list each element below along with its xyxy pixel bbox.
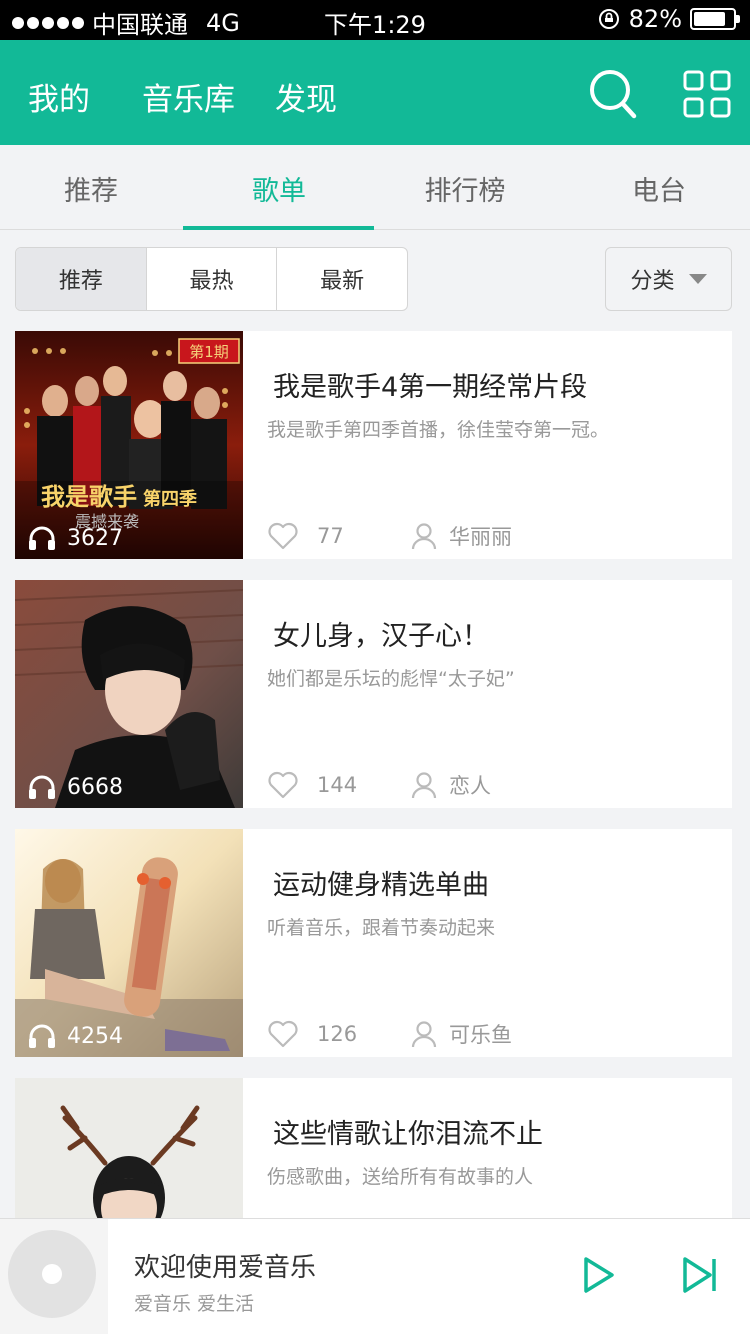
sort-recommend[interactable]: 推荐: [16, 248, 147, 310]
playlist-description: 伤感歌曲，送给所有有故事的人: [267, 1166, 534, 1188]
battery-level: [694, 12, 726, 26]
active-tab-indicator: [183, 226, 374, 230]
play-count-value: 3627: [67, 525, 123, 551]
play-count: 3627: [27, 525, 123, 551]
sort-segmented-control: 推荐 最热 最新: [15, 247, 408, 311]
main-nav: 我的 音乐库 发现: [28, 74, 337, 119]
now-playing-title: 欢迎使用爱音乐: [134, 1253, 317, 1283]
headphones-icon: [29, 526, 55, 550]
playlist-meta: 126 可乐鱼: [267, 1019, 512, 1049]
dropdown-arrow-icon: [688, 274, 707, 284]
status-bar: 中国联通 4G 下午1:29 82%: [0, 0, 750, 40]
playlist-title: 我是歌手4第一期经常片段: [273, 372, 588, 403]
orientation-lock-icon: [598, 9, 619, 29]
grid-icon[interactable]: [683, 70, 731, 118]
sub-tabs: 推荐 歌单 排行榜 电台: [0, 145, 750, 230]
nav-mine[interactable]: 我的: [28, 74, 90, 119]
now-playing-subtitle: 爱音乐 爱生活: [134, 1293, 255, 1315]
playlist-card[interactable]: 4254 运动健身精选单曲 听着音乐，跟着节奏动起来 126 可乐鱼: [15, 829, 732, 1057]
tab-charts[interactable]: 排行榜: [370, 169, 560, 208]
like-count: 77: [317, 524, 344, 548]
heart-icon[interactable]: [267, 522, 299, 550]
heart-icon[interactable]: [267, 771, 299, 799]
play-count-value: 6668: [67, 774, 123, 800]
album-art[interactable]: [0, 1219, 108, 1334]
playlist-description: 她们都是乐坛的彪悍“太子妃”: [267, 668, 515, 690]
author-name[interactable]: 华丽丽: [449, 521, 512, 551]
category-dropdown[interactable]: 分类: [605, 247, 732, 311]
episode-badge: 第1期: [189, 343, 229, 361]
search-icon[interactable]: [588, 68, 638, 120]
sort-new[interactable]: 最新: [277, 248, 407, 310]
playlist-meta: 144 恋人: [267, 770, 491, 800]
playlist-title: 这些情歌让你泪流不止: [273, 1119, 543, 1150]
category-label: 分类: [630, 269, 675, 294]
author-name[interactable]: 恋人: [449, 770, 491, 800]
mini-player[interactable]: 欢迎使用爱音乐 爱音乐 爱生活: [0, 1218, 750, 1334]
playlist-card[interactable]: 6668 女儿身，汉子心！ 她们都是乐坛的彪悍“太子妃” 144 恋人: [15, 580, 732, 808]
nav-library[interactable]: 音乐库: [142, 74, 235, 119]
user-icon: [411, 523, 437, 550]
cover-season: 第四季: [143, 488, 197, 510]
like-count: 144: [317, 773, 358, 797]
play-icon[interactable]: [580, 1255, 616, 1295]
battery-icon: [690, 8, 740, 30]
playlist-title: 女儿身，汉子心！: [273, 621, 489, 652]
tab-radio[interactable]: 电台: [564, 169, 750, 208]
playlist-card[interactable]: 第1期 我是歌手 第四季 震撼来袭 3627 我是歌手4第一期经常片段 我是歌手…: [15, 331, 732, 559]
headphones-icon: [29, 775, 55, 799]
playlist-cover: 第1期 我是歌手 第四季 震撼来袭 3627: [15, 331, 243, 559]
author-name[interactable]: 可乐鱼: [449, 1019, 512, 1049]
tab-recommend[interactable]: 推荐: [0, 169, 186, 208]
nav-discover[interactable]: 发现: [275, 74, 337, 119]
playlist-description: 听着音乐，跟着节奏动起来: [267, 917, 496, 939]
playlist-cover: 4254: [15, 829, 243, 1057]
headphones-icon: [29, 1024, 55, 1048]
play-count: 4254: [27, 1023, 123, 1049]
like-count: 126: [317, 1022, 358, 1046]
playlist-title: 运动健身精选单曲: [273, 870, 489, 901]
tab-playlists[interactable]: 歌单: [184, 169, 374, 208]
play-count-value: 4254: [67, 1023, 123, 1049]
playlist-meta: 77 华丽丽: [267, 521, 512, 551]
playlist-description: 我是歌手第四季首播，徐佳莹夺第一冠。: [267, 419, 610, 441]
app-header: 我的 音乐库 发现: [0, 40, 750, 145]
playlist-cover: 6668: [15, 580, 243, 808]
battery-percent: 82%: [628, 5, 682, 33]
play-count: 6668: [27, 774, 123, 800]
vinyl-disc-icon: [8, 1230, 96, 1318]
heart-icon[interactable]: [267, 1020, 299, 1048]
next-track-icon[interactable]: [680, 1255, 720, 1295]
cover-show-name: 我是歌手: [41, 483, 137, 511]
user-icon: [411, 772, 437, 799]
user-icon: [411, 1021, 437, 1048]
sort-hot[interactable]: 最热: [147, 248, 278, 310]
